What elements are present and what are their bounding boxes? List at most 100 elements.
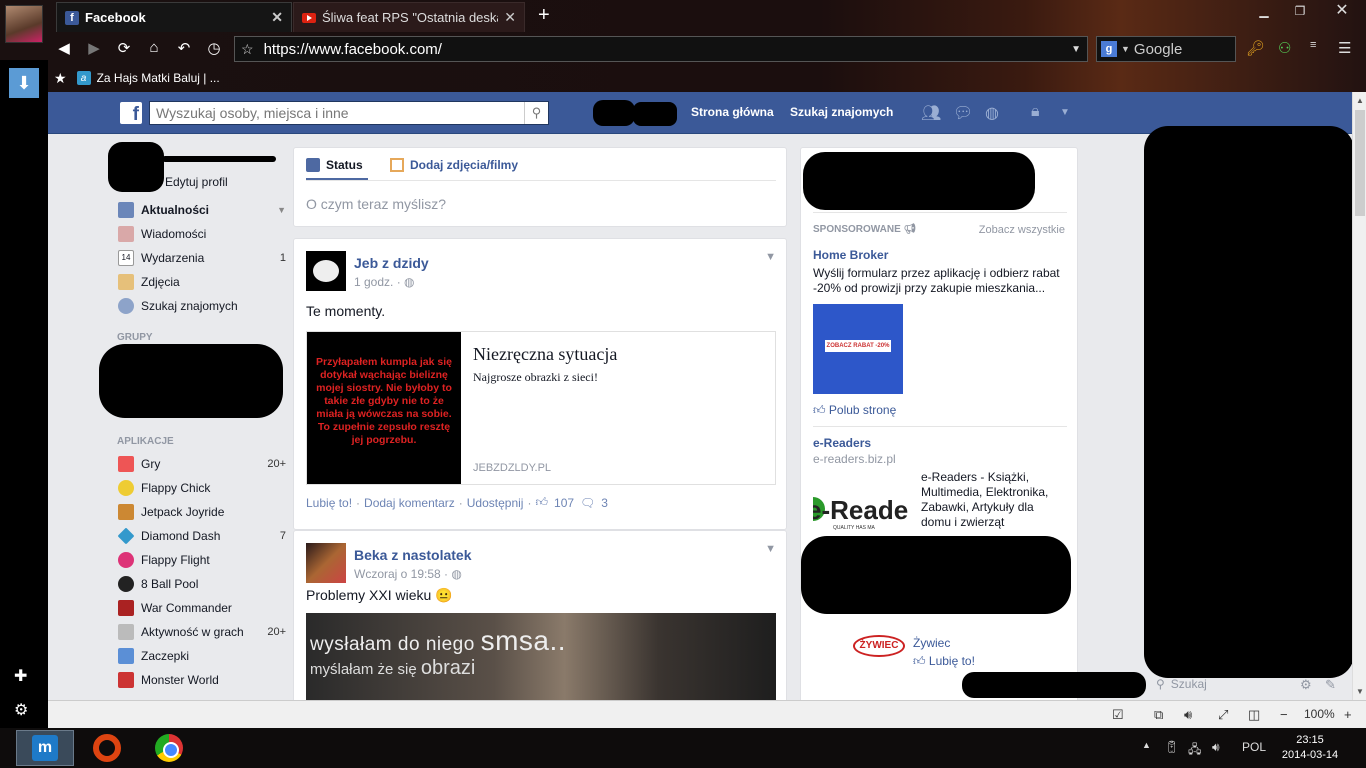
page-avatar[interactable] [306,251,346,291]
sidebar-item-app[interactable]: Gry 20+ [118,452,286,476]
tray-expand-icon[interactable]: ▲ [1142,740,1151,750]
share-link[interactable]: Udostępnij [467,496,524,510]
sidebar-item-app[interactable]: Aktywność w grach 20+ [118,620,286,644]
zoom-level[interactable]: 100% [1304,707,1335,721]
tab-status[interactable]: Status [306,158,363,172]
sidebar-item-news-feed[interactable]: Aktualności ▼ [118,198,286,222]
minimize-icon[interactable]: ▁ [1246,0,1282,22]
like-link[interactable]: Lubię to! [306,496,352,510]
page-avatar[interactable] [306,543,346,583]
sidebar-item-app[interactable]: War Commander [118,596,286,620]
sidebar-item-app[interactable]: Flappy Flight [118,548,286,572]
scroll-up-icon[interactable]: ▲ [1353,96,1366,105]
comment-link[interactable]: Dodaj komentarz [364,496,455,510]
friend-requests-icon[interactable]: 👥︎ [921,103,941,123]
key-icon[interactable]: 🔑︎ [1246,39,1265,57]
comment-count[interactable]: 3 [601,496,608,510]
scroll-down-icon[interactable]: ▼ [1353,687,1366,696]
tab-add-photos[interactable]: Dodaj zdjęcia/filmy [390,158,518,172]
nav-home[interactable]: Strona główna [691,105,774,119]
search-input[interactable]: Wyszukaj osoby, miejsca i inne ⚲ [149,101,549,125]
edit-profile-link[interactable]: Edytuj profil [165,175,228,189]
restore-icon[interactable]: ❐ [1282,0,1318,22]
window-close-icon[interactable]: ✕ [1318,0,1366,22]
volume-icon[interactable]: 🔊︎ [1184,707,1192,723]
chevron-down-icon[interactable]: ▼ [765,543,776,555]
chat-search-input[interactable]: ⚲ Szukaj [1156,677,1207,691]
new-tab-button[interactable]: + [538,4,550,27]
sidebar-item-photos[interactable]: Zdjęcia [118,270,286,294]
post-author[interactable]: Jeb z dzidy [354,255,429,271]
bookmark-star-icon[interactable]: ☆ [241,41,254,58]
sidebar-item-app[interactable]: Monster World [118,668,286,692]
like-page-link[interactable]: 👍︎ Lubię to! [913,654,975,669]
like-count[interactable]: 107 [554,496,574,510]
post-time[interactable]: 1 godz. · ◍ [354,275,415,289]
add-icon[interactable]: ✚ [14,666,27,686]
taskbar-chrome[interactable] [140,730,198,766]
sidebar-menu-icon[interactable]: ☰ [1338,39,1351,57]
back-icon[interactable]: ◀ [54,39,74,57]
sidebar-item-app[interactable]: Zaczepki [118,644,286,668]
ad-logo[interactable]: e-Reade QUALITY HAS MA [813,495,913,535]
like-page-link[interactable]: 👍︎ Polub stronę [813,403,896,418]
privacy-lock-icon[interactable]: 🔒︎ [1031,103,1040,121]
reload-icon[interactable]: ⟳ [114,39,134,57]
notifications-globe-icon[interactable]: ◍ [985,103,999,123]
close-icon[interactable]: ✕ [271,9,283,26]
search-icon[interactable]: ⚲ [524,102,548,124]
performance-icon[interactable]: ☑ [1112,707,1124,723]
clock[interactable]: 23:15 2014-03-14 [1280,733,1340,763]
network-icon[interactable]: 🖧︎ [1188,740,1201,761]
scroll-thumb[interactable] [1355,110,1365,216]
zoom-out-icon[interactable]: − [1280,707,1288,722]
sidebar-item-app[interactable]: 8 Ball Pool [118,572,286,596]
compose-icon[interactable]: ✎ [1325,677,1336,693]
post-image[interactable]: wysłałam do niego smsa.. myślałam że się… [306,613,776,700]
sidebar-item-find-friends[interactable]: Szukaj znajomych [118,294,286,318]
facebook-logo-icon[interactable]: f [120,102,142,125]
address-bar[interactable]: ☆ https://www.facebook.com/ ▼ [234,36,1088,62]
menu-icon[interactable]: ≡ [1310,39,1316,51]
chevron-down-icon[interactable]: ▼ [765,251,776,263]
star-icon[interactable]: ★ [54,70,67,87]
chevron-down-icon[interactable]: ▼ [1060,107,1070,118]
home-icon[interactable]: ⌂ [144,39,164,56]
fullscreen-icon[interactable]: ⤢ [1218,707,1228,723]
chevron-down-icon[interactable]: ▼ [1071,44,1081,55]
ad-url[interactable]: e-readers.biz.pl [813,452,896,466]
search-engine-box[interactable]: g ▼ Google [1096,36,1236,62]
gear-icon[interactable]: ⚙ [14,700,28,720]
post-time[interactable]: Wczoraj o 19:58 · ◍ [354,567,462,581]
sidebar-item-app[interactable]: Jetpack Joyride [118,500,286,524]
forward-icon[interactable]: ▶ [84,39,104,57]
ad-image[interactable]: ZOBACZ RABAT -20% [813,304,903,394]
split-view-icon[interactable]: ◫ [1248,707,1260,723]
chevron-down-icon[interactable]: ▼ [1121,44,1130,54]
link-preview[interactable]: Przyłapałem kumpla jak się dotykał wącha… [306,331,776,485]
sidebar-item-events[interactable]: 14 Wydarzenia 1 [118,246,286,270]
nav-find-friends[interactable]: Szukaj znajomych [790,105,893,119]
ad-logo[interactable]: ŻYWIEC [853,635,905,657]
power-icon[interactable]: 🔋︎ [1164,740,1179,754]
tab-facebook[interactable]: f Facebook ✕ [56,2,292,32]
sidebar-item-app[interactable]: Diamond Dash 7 [117,524,286,548]
gear-icon[interactable]: ⚙ [1300,677,1312,693]
post-author[interactable]: Beka z nastolatek [354,547,472,563]
ad-title[interactable]: Home Broker [813,248,888,262]
sidebar-item-app[interactable]: Flappy Chick [118,476,286,500]
screenshot-icon[interactable]: ⧉ [1154,707,1163,723]
undo-icon[interactable]: ↶ [174,39,194,57]
see-all-link[interactable]: Zobacz wszystkie [979,224,1065,236]
tab-youtube[interactable]: Śliwa feat RPS "Ostatnia deska ra... ✕ [293,2,525,32]
user-sync-icon[interactable]: ⚇ [1278,39,1291,57]
ad-title[interactable]: Żywiec [913,636,950,650]
history-icon[interactable]: ◷ [204,39,224,57]
ad-title[interactable]: e-Readers [813,436,871,450]
sidebar-item-messages[interactable]: Wiadomości [118,222,286,246]
messages-icon[interactable]: 💬︎ [953,103,973,123]
close-icon[interactable]: ✕ [504,9,516,26]
scrollbar[interactable]: ▲ ▼ [1352,92,1366,700]
status-input[interactable]: O czym teraz myślisz? [306,196,446,212]
taskbar-maxthon[interactable]: m [16,730,74,766]
